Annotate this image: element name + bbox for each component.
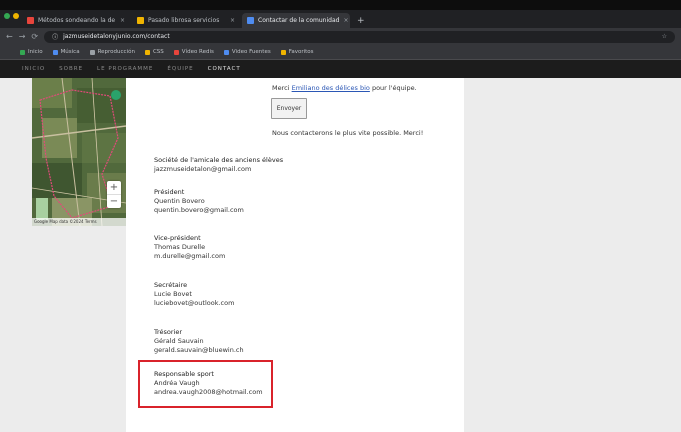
bookmark-favicon-icon	[89, 49, 95, 55]
map-zoom-control: + −	[107, 181, 121, 208]
site-info-icon[interactable]: ⓘ	[52, 32, 58, 41]
map-attribution: Google Map data ©2024 Terms	[32, 218, 126, 226]
site-nav-item[interactable]: INICIO	[22, 66, 45, 72]
bookmark-favicon-icon	[144, 49, 150, 55]
bookmark-favicon-icon	[223, 49, 229, 55]
credit-link[interactable]: Emiliano des délices bio	[292, 84, 370, 92]
org-name: Société de l'amicale des anciens élèves	[154, 156, 284, 164]
new-tab-button[interactable]: +	[352, 13, 370, 28]
credit-line: Merci Emiliano des délices bio pour l'éq…	[272, 84, 417, 93]
contact-email[interactable]: quentin.bovero@gmail.com	[154, 206, 244, 215]
tab-favicon-icon	[27, 17, 34, 24]
bookmark-item[interactable]: Música	[52, 49, 80, 55]
bookmark-item[interactable]: Inicio	[20, 49, 43, 55]
browser-tab-3[interactable]: Contactar de la comunidad ×	[242, 13, 350, 28]
contact-note: Nous contacterons le plus vite possible.…	[272, 129, 424, 137]
contact-role: Secrétaire	[154, 281, 188, 289]
bookmarks-bar: Inicio Música Reproducción CSS Vídeo Red…	[0, 45, 681, 60]
zoom-in-button[interactable]: +	[107, 181, 121, 194]
back-arrow-icon[interactable]: ←	[6, 32, 13, 41]
contact-name: Gérald Sauvain	[154, 337, 204, 345]
address-toolbar: ← → ⟳ ⓘ jazmuseidetalonyjunio.com/contac…	[0, 28, 681, 45]
org-block: Société de l'amicale des anciens élèves …	[154, 156, 283, 174]
contact-name: Lucie Bovet	[154, 290, 192, 298]
tab-favicon-icon	[137, 17, 144, 24]
close-icon[interactable]: ×	[343, 17, 348, 24]
contact-block: Président Quentin Bovero quentin.bovero@…	[154, 188, 244, 215]
tab-title: Métodos sondeando la de	[38, 17, 116, 24]
tab-group-dot-icon	[4, 13, 10, 19]
contact-role: Vice-président	[154, 234, 201, 242]
bookmark-item[interactable]: Favoritos	[280, 49, 314, 55]
tab-title: Contactar de la comunidad	[258, 17, 340, 24]
bookmark-favicon-icon	[280, 49, 286, 55]
satellite-map[interactable]: + − Google Map data ©2024 Terms	[32, 78, 126, 226]
address-text: jazmuseidetalonyjunio.com/contact	[63, 33, 170, 40]
contact-role: Président	[154, 188, 185, 196]
contact-block: Vice-président Thomas Durelle m.durelle@…	[154, 234, 225, 261]
bookmark-star-icon[interactable]: ☆	[662, 33, 667, 40]
tab-favicon-icon	[247, 17, 254, 24]
browser-tab-2[interactable]: Pasado librosa servicios ×	[132, 13, 240, 28]
bookmark-item[interactable]: Vídeo Redis	[173, 49, 214, 55]
contact-email[interactable]: m.durelle@gmail.com	[154, 252, 225, 261]
close-icon[interactable]: ×	[120, 17, 125, 24]
browser-tab-1[interactable]: Métodos sondeando la de ×	[22, 13, 130, 28]
zoom-out-button[interactable]: −	[107, 194, 121, 208]
credit-prefix: Merci	[272, 84, 290, 92]
browser-tab-bar: Métodos sondeando la de × Pasado librosa…	[0, 10, 681, 28]
contact-email[interactable]: gerald.sauvain@bluewin.ch	[154, 346, 244, 355]
contact-name: Thomas Durelle	[154, 243, 206, 251]
page-content: + − Google Map data ©2024 Terms Merci Em…	[0, 78, 681, 432]
right-background	[464, 78, 681, 432]
contact-block: Secrétaire Lucie Bovet luciebovet@outloo…	[154, 281, 234, 308]
contact-role: Trésorier	[154, 328, 183, 336]
forward-arrow-icon[interactable]: →	[19, 32, 26, 41]
left-gutter	[0, 78, 30, 432]
site-navigation: INICIO SOBRE LE PROGRAMME ÉQUIPE CONTACT	[0, 60, 681, 78]
close-icon[interactable]: ×	[230, 17, 235, 24]
bookmark-favicon-icon	[173, 49, 179, 55]
contact-panel: Merci Emiliano des délices bio pour l'éq…	[126, 78, 464, 432]
site-nav-item-current[interactable]: CONTACT	[208, 66, 241, 72]
site-nav-item[interactable]: ÉQUIPE	[167, 66, 193, 72]
address-bar[interactable]: ⓘ jazmuseidetalonyjunio.com/contact ☆	[44, 30, 675, 43]
contact-block: Trésorier Gérald Sauvain gerald.sauvain@…	[154, 328, 244, 355]
screen-top-strip	[0, 0, 681, 10]
bookmark-favicon-icon	[20, 49, 25, 55]
highlight-box	[138, 360, 273, 408]
bookmark-item[interactable]: Reproducción	[89, 49, 135, 55]
tab-title: Pasado librosa servicios	[148, 17, 220, 24]
bookmark-favicon-icon	[52, 49, 58, 55]
bookmark-item[interactable]: CSS	[144, 49, 164, 55]
site-nav-item[interactable]: LE PROGRAMME	[97, 66, 153, 72]
reload-icon[interactable]: ⟳	[31, 32, 38, 41]
bookmark-item[interactable]: Video Fuentes	[223, 49, 271, 55]
send-button[interactable]: Envoyer	[271, 98, 307, 119]
contact-email[interactable]: luciebovet@outlook.com	[154, 299, 234, 308]
tab-group-dot-icon	[13, 13, 19, 19]
credit-suffix: pour l'équipe.	[371, 84, 417, 92]
contact-name: Quentin Bovero	[154, 197, 205, 205]
site-nav-item[interactable]: SOBRE	[59, 66, 83, 72]
org-email[interactable]: jazzmuseidetalon@gmail.com	[154, 165, 283, 174]
